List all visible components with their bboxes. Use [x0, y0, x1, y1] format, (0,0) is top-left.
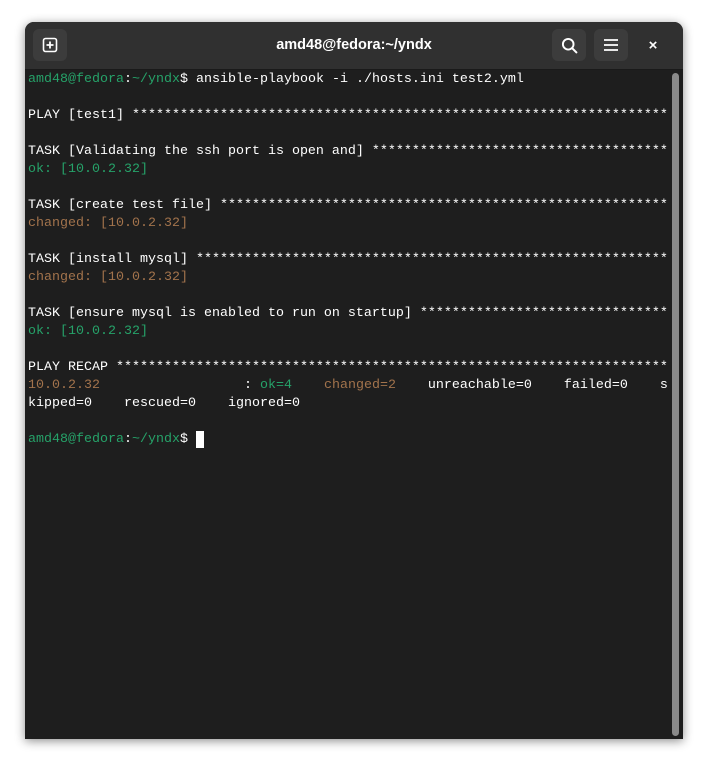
- terminal-line: amd48@fedora:~/yndx$: [28, 431, 667, 449]
- terminal-text: $: [179, 432, 196, 447]
- terminal-line: PLAY [test1] ***************************…: [28, 107, 667, 125]
- terminal-text: $ ansible-playbook -i ./hosts.ini test2.…: [179, 72, 524, 87]
- terminal-text: changed=2: [323, 378, 396, 393]
- terminal-text: TASK [ensure mysql is enabled to run on …: [28, 306, 667, 321]
- terminal-line: 10.0.2.32 : ok=4 changed=2 unreachable=0…: [28, 377, 667, 395]
- terminal-text: TASK [Validating the ssh port is open an…: [28, 144, 667, 159]
- terminal-text: changed: [10.0.2.32]: [28, 270, 188, 285]
- terminal-text: PLAY [test1] ***************************…: [28, 108, 667, 123]
- terminal-text: kipped=0 rescued=0 ignored=0: [28, 396, 300, 411]
- terminal-window: amd48@fedora:~/yndx × amd48@fedora:~/ynd…: [25, 22, 683, 739]
- search-button[interactable]: [552, 29, 586, 61]
- close-button[interactable]: ×: [637, 29, 669, 61]
- terminal-line: TASK [Validating the ssh port is open an…: [28, 143, 667, 161]
- terminal-line: TASK [create test file] ****************…: [28, 197, 667, 215]
- text-cursor: [195, 431, 204, 448]
- terminal-text: unreachable=0 failed=0 s: [395, 378, 667, 393]
- terminal-text: amd48@fedora: [28, 72, 124, 87]
- terminal-line: ok: [10.0.2.32]: [28, 161, 667, 179]
- terminal-line: TASK [ensure mysql is enabled to run on …: [28, 305, 667, 323]
- terminal-line: changed: [10.0.2.32]: [28, 215, 667, 233]
- terminal-text: 10.0.2.32: [28, 378, 100, 393]
- terminal-text: ~/yndx: [131, 72, 180, 87]
- terminal-text: amd48@fedora: [28, 432, 124, 447]
- scrollbar[interactable]: [672, 73, 679, 736]
- terminal-text: ok: [10.0.2.32]: [28, 162, 148, 177]
- menu-button[interactable]: [594, 29, 628, 61]
- search-icon: [561, 37, 577, 53]
- terminal-text: TASK [install mysql] *******************…: [28, 252, 667, 267]
- terminal-text: TASK [create test file] ****************…: [28, 198, 667, 213]
- terminal-line: changed: [10.0.2.32]: [28, 269, 667, 287]
- hamburger-menu-icon: [604, 39, 618, 51]
- terminal-text: :: [123, 432, 132, 447]
- terminal-text: :: [99, 378, 260, 393]
- terminal-line: amd48@fedora:~/yndx$ ansible-playbook -i…: [28, 71, 667, 89]
- terminal-line: PLAY RECAP *****************************…: [28, 359, 667, 377]
- header-bar: amd48@fedora:~/yndx ×: [25, 22, 683, 70]
- terminal-text: ~/yndx: [131, 432, 180, 447]
- terminal-text: PLAY RECAP *****************************…: [28, 360, 667, 375]
- terminal-line: kipped=0 rescued=0 ignored=0: [28, 395, 667, 413]
- terminal-line: ok: [10.0.2.32]: [28, 323, 667, 341]
- terminal-line: TASK [install mysql] *******************…: [28, 251, 667, 269]
- terminal-text: ok=4: [259, 378, 292, 393]
- terminal-output[interactable]: amd48@fedora:~/yndx$ ansible-playbook -i…: [28, 71, 667, 449]
- terminal-text: changed: [10.0.2.32]: [28, 216, 188, 231]
- terminal-text: ok: [10.0.2.32]: [28, 324, 148, 339]
- terminal-text: :: [123, 72, 132, 87]
